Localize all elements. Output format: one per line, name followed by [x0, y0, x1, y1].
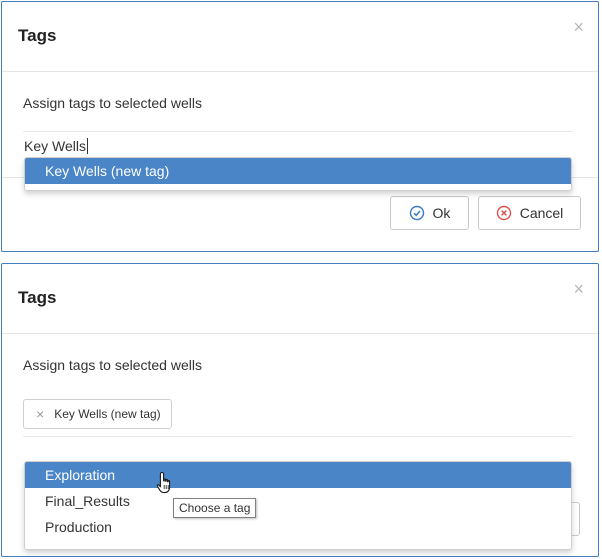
hand-pointer-icon: [156, 471, 176, 500]
check-circle-icon: [409, 205, 425, 221]
assign-tags-label: Assign tags to selected wells: [23, 95, 202, 111]
dialog-title: Tags: [18, 26, 57, 45]
assign-tags-label: Assign tags to selected wells: [23, 357, 202, 373]
close-icon[interactable]: ×: [573, 18, 584, 36]
tag-chip: × Key Wells (new tag): [23, 399, 172, 429]
tag-suggestions-dropdown: Key Wells (new tag): [24, 157, 572, 191]
header-divider: [2, 71, 598, 72]
dropdown-item-exploration[interactable]: Exploration: [25, 462, 571, 488]
tag-search-input-value: Key Wells: [24, 138, 86, 154]
tag-options-dropdown: Exploration Final_Results Production: [24, 461, 572, 550]
text-caret: [86, 138, 88, 154]
tags-dialog-top: Tags × Assign tags to selected wells Key…: [1, 1, 599, 252]
tooltip: Choose a tag: [173, 498, 257, 518]
remove-tag-icon[interactable]: ×: [36, 407, 44, 421]
tag-search-input[interactable]: Key Wells: [24, 138, 88, 154]
header-divider: [2, 333, 598, 334]
tag-input-separator: [23, 131, 572, 133]
dropdown-item-production[interactable]: Production: [25, 514, 571, 540]
dropdown-item-final-results[interactable]: Final_Results: [25, 488, 571, 514]
cancel-button[interactable]: Cancel: [478, 196, 581, 230]
close-icon[interactable]: ×: [573, 280, 584, 298]
tag-input-separator: [23, 436, 572, 438]
ok-button[interactable]: Ok: [390, 196, 469, 230]
ok-button-label: Ok: [432, 205, 451, 221]
cancel-button-label: Cancel: [519, 205, 564, 221]
dropdown-item-new-tag[interactable]: Key Wells (new tag): [25, 158, 571, 184]
x-circle-icon: [496, 205, 512, 221]
dialog-title: Tags: [18, 288, 57, 307]
tags-dialog-bottom: Tags × Assign tags to selected wells × K…: [1, 263, 599, 557]
dropdown-padding: [25, 184, 571, 190]
tag-chip-label: Key Wells (new tag): [54, 407, 161, 421]
